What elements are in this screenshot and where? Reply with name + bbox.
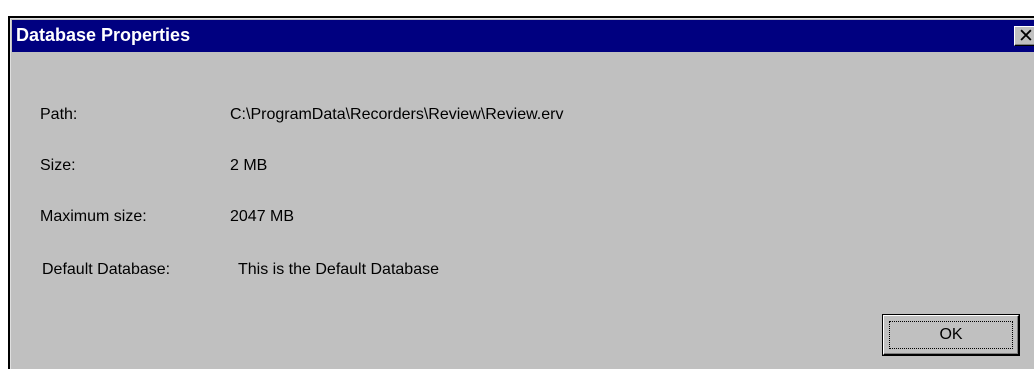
close-icon: ✕ <box>1018 25 1034 47</box>
size-value: 2 MB <box>230 157 268 174</box>
maximum-size-value: 2047 MB <box>230 208 295 225</box>
ok-button-label: OK <box>939 326 963 343</box>
maximum-size-label: Maximum size: <box>40 208 147 225</box>
database-properties-dialog: Database Properties ✕ Path: C:\ProgramDa… <box>8 16 1034 369</box>
size-label: Size: <box>40 157 76 174</box>
default-database-value: This is the Default Database <box>238 261 439 278</box>
ok-button[interactable]: OK <box>882 314 1020 356</box>
close-button[interactable]: ✕ <box>1014 25 1034 47</box>
path-label: Path: <box>40 106 78 123</box>
path-value: C:\ProgramData\Recorders\Review\Review.e… <box>230 106 564 123</box>
title-bar[interactable]: Database Properties ✕ <box>12 20 1034 52</box>
ok-button-bevel: OK <box>883 315 1019 355</box>
window-title: Database Properties <box>16 25 191 45</box>
default-database-label: Default Database: <box>42 261 171 278</box>
